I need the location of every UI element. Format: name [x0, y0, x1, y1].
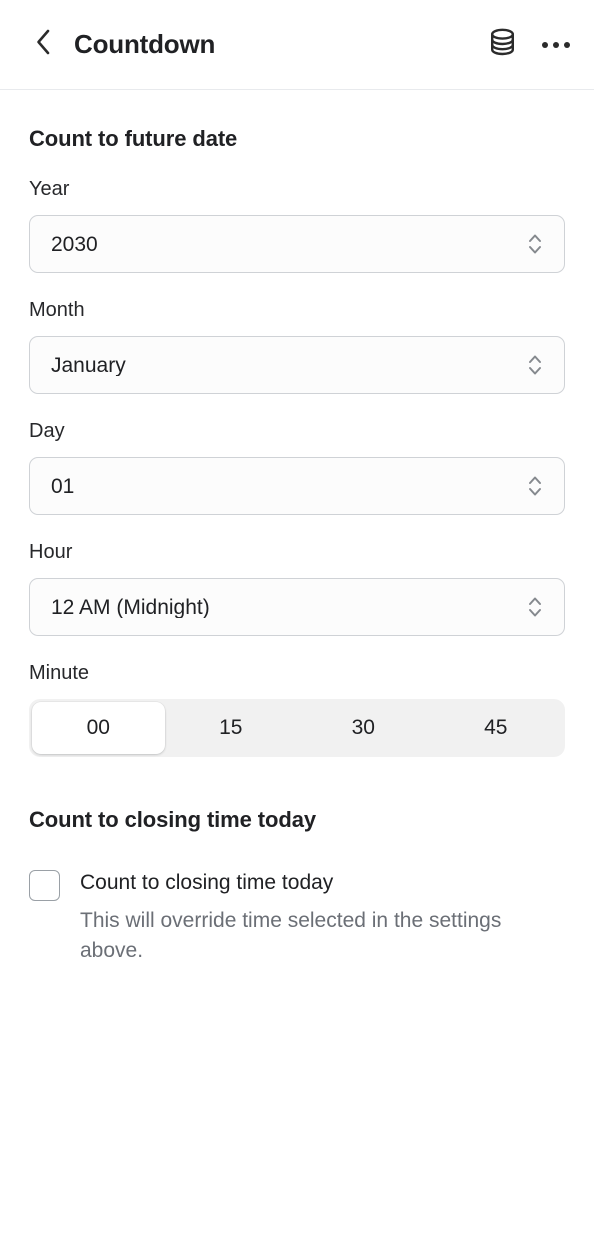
settings-content: Count to future date Year 2030 Month Jan…: [0, 90, 594, 966]
field-hour: Hour 12 AM (Midnight): [29, 542, 565, 636]
chevron-up-down-icon[interactable]: [524, 469, 546, 503]
select-year-value: 2030: [51, 233, 98, 255]
chevron-left-icon: [33, 28, 53, 61]
select-hour-value: 12 AM (Midnight): [51, 596, 210, 618]
section-heading-future-date: Count to future date: [29, 126, 238, 151]
database-button[interactable]: [489, 27, 516, 62]
minute-option-00[interactable]: 00: [32, 702, 165, 754]
app-header: Countdown: [0, 0, 594, 90]
minute-option-15[interactable]: 15: [165, 702, 298, 754]
minute-option-15-label: 15: [219, 716, 243, 739]
label-minute: Minute: [29, 662, 90, 684]
minute-option-45-label: 45: [484, 716, 508, 739]
chevron-up-down-icon[interactable]: [524, 348, 546, 382]
chevron-up-down-icon[interactable]: [524, 590, 546, 624]
minute-option-00-label: 00: [86, 716, 110, 739]
header-actions: [489, 27, 570, 62]
closing-time-help-text: This will override time selected in the …: [80, 909, 502, 963]
closing-time-checkbox-label[interactable]: Count to closing time today: [80, 869, 565, 897]
minute-option-30-label: 30: [351, 716, 375, 739]
select-day-value: 01: [51, 475, 75, 497]
closing-time-checkbox-row: Count to closing time today This will ov…: [29, 869, 565, 966]
section-heading-closing-time: Count to closing time today: [29, 807, 316, 832]
back-button[interactable]: [28, 28, 58, 61]
field-day: Day 01: [29, 421, 565, 515]
page-title: Countdown: [74, 29, 216, 59]
select-day[interactable]: 01: [29, 457, 565, 515]
label-day: Day: [29, 420, 65, 442]
select-hour[interactable]: 12 AM (Midnight): [29, 578, 565, 636]
select-month[interactable]: January: [29, 336, 565, 394]
minute-segmented-control: 00 15 30 45: [29, 699, 565, 757]
field-year: Year 2030: [29, 179, 565, 273]
database-icon: [489, 27, 516, 62]
chevron-up-down-icon[interactable]: [524, 227, 546, 261]
label-month: Month: [29, 299, 85, 321]
minute-option-30[interactable]: 30: [297, 702, 430, 754]
closing-time-texts: Count to closing time today This will ov…: [80, 869, 565, 966]
field-minute: Minute 00 15 30 45: [29, 663, 565, 757]
select-month-value: January: [51, 354, 126, 376]
select-year[interactable]: 2030: [29, 215, 565, 273]
more-horizontal-icon: [542, 38, 570, 52]
closing-time-checkbox[interactable]: [29, 870, 60, 901]
field-month: Month January: [29, 300, 565, 394]
more-options-button[interactable]: [542, 38, 570, 52]
label-hour: Hour: [29, 541, 73, 563]
label-year: Year: [29, 178, 70, 200]
minute-option-45[interactable]: 45: [430, 702, 563, 754]
